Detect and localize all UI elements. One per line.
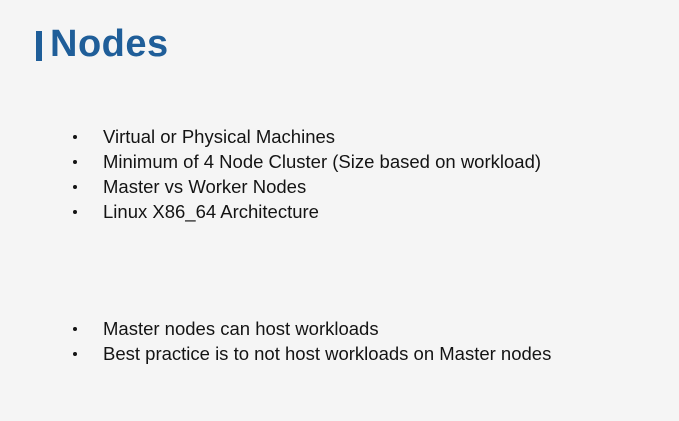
list-item: Virtual or Physical Machines [70,124,541,149]
title-accent-bar [36,31,42,61]
list-item-text: Best practice is to not host workloads o… [103,343,552,364]
list-item-text: Virtual or Physical Machines [103,126,336,147]
bullet-dot-icon [73,135,77,139]
bullet-dot-icon [73,327,77,331]
bullet-dot-icon [73,160,77,164]
list-item: Linux X86_64 Architecture [70,199,541,224]
bullet-list-primary: Virtual or Physical Machines Minimum of … [70,124,541,224]
bullet-dot-icon [73,185,77,189]
list-item-text: Linux X86_64 Architecture [103,201,319,222]
list-item-text: Master vs Worker Nodes [103,176,307,197]
list-item-text: Minimum of 4 Node Cluster (Size based on… [103,151,542,172]
slide: Nodes Virtual or Physical Machines Minim… [0,0,679,421]
slide-title: Nodes [36,22,169,66]
list-item: Master vs Worker Nodes [70,174,541,199]
bullet-dot-icon [73,352,77,356]
title-text: Nodes [50,23,169,65]
bullet-list-secondary: Master nodes can host workloads Best pra… [70,316,551,366]
list-item: Master nodes can host workloads [70,316,551,341]
bullet-dot-icon [73,210,77,214]
list-item-text: Master nodes can host workloads [103,318,379,339]
list-item: Minimum of 4 Node Cluster (Size based on… [70,149,541,174]
list-item: Best practice is to not host workloads o… [70,341,551,366]
